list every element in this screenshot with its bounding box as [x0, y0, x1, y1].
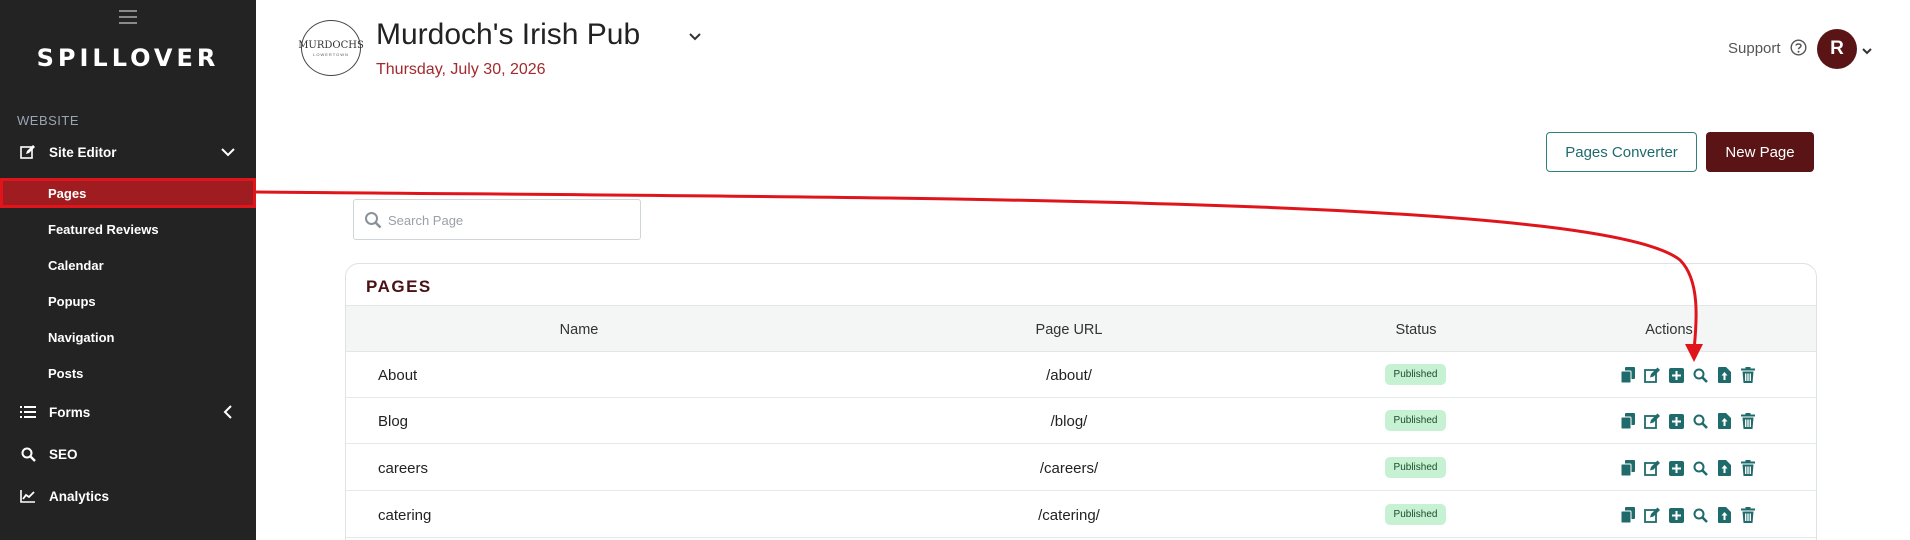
column-header-status[interactable]: Status: [1336, 306, 1496, 353]
table-header: Name Page URL Status Actions: [346, 305, 1816, 353]
status-badge: Published: [1385, 364, 1446, 385]
copy-icon[interactable]: [1619, 459, 1637, 477]
table-row[interactable]: catering/catering/Published: [346, 492, 1816, 538]
sidebar-item-navigation[interactable]: Navigation: [0, 322, 256, 352]
export-icon[interactable]: [1715, 366, 1733, 384]
pub-logo: MURDOCHS LOWERTOWN: [298, 20, 364, 76]
table-row[interactable]: About/about/Published: [346, 352, 1816, 398]
row-actions: [1619, 459, 1763, 477]
delete-icon[interactable]: [1739, 506, 1757, 524]
sidebar: SPILLOVER WEBSITE Site Editor Pages Feat…: [0, 0, 256, 540]
pub-logo-text: MURDOCHS: [298, 39, 364, 51]
sidebar-item-site-editor[interactable]: Site Editor: [0, 135, 256, 169]
avatar[interactable]: R: [1817, 29, 1857, 69]
sidebar-item-analytics[interactable]: Analytics: [0, 479, 256, 513]
chevron-down-icon[interactable]: [220, 144, 236, 160]
delete-icon[interactable]: [1739, 366, 1757, 384]
sidebar-item-label: SEO: [49, 446, 78, 462]
sidebar-item-label: Analytics: [49, 488, 110, 504]
export-icon[interactable]: [1715, 506, 1733, 524]
page-name[interactable]: catering: [378, 492, 431, 538]
sidebar-item-label: Site Editor: [49, 144, 117, 160]
page-url: /blog/: [1050, 412, 1088, 430]
status-badge: Published: [1385, 457, 1446, 478]
preview-icon[interactable]: [1691, 459, 1709, 477]
table-row[interactable]: Blog/blog/Published: [346, 398, 1816, 444]
chevron-left-icon[interactable]: [220, 404, 236, 420]
sidebar-item-popups[interactable]: Popups: [0, 286, 256, 316]
hamburger-menu-icon[interactable]: [119, 10, 137, 26]
search-icon: [364, 211, 382, 229]
page-url: /about/: [1046, 366, 1092, 384]
section-label-website: WEBSITE: [17, 113, 80, 128]
preview-icon[interactable]: [1691, 506, 1709, 524]
edit-icon[interactable]: [1643, 506, 1661, 524]
sidebar-item-label: Forms: [49, 404, 91, 420]
delete-icon[interactable]: [1739, 459, 1757, 477]
sidebar-item-calendar[interactable]: Calendar: [0, 250, 256, 280]
row-actions: [1619, 412, 1763, 430]
copy-icon[interactable]: [1619, 412, 1637, 430]
page-name[interactable]: careers: [378, 445, 428, 491]
add-icon[interactable]: [1667, 506, 1685, 524]
export-icon[interactable]: [1715, 412, 1733, 430]
add-icon[interactable]: [1667, 366, 1685, 384]
table-title: PAGES: [366, 277, 432, 296]
pub-logo-subtext: LOWERTOWN: [313, 51, 349, 57]
sidebar-item-forms[interactable]: Forms: [0, 395, 256, 429]
preview-icon[interactable]: [1691, 366, 1709, 384]
column-header-url[interactable]: Page URL: [946, 306, 1192, 353]
chart-line-icon: [19, 487, 37, 505]
add-icon[interactable]: [1667, 412, 1685, 430]
edit-icon: [19, 143, 37, 161]
chevron-down-icon[interactable]: [688, 30, 702, 42]
app-logo[interactable]: SPILLOVER: [0, 44, 256, 72]
copy-icon[interactable]: [1619, 506, 1637, 524]
sidebar-item-pages[interactable]: Pages: [0, 178, 256, 208]
status-badge: Published: [1385, 410, 1446, 431]
pages-converter-button[interactable]: Pages Converter: [1546, 132, 1697, 172]
page-url: /catering/: [1038, 506, 1100, 524]
edit-icon[interactable]: [1643, 459, 1661, 477]
export-icon[interactable]: [1715, 459, 1733, 477]
page-url: /careers/: [1039, 459, 1099, 477]
status-badge: Published: [1385, 504, 1446, 525]
help-circle-icon[interactable]: [1790, 39, 1807, 56]
search-box: [353, 199, 641, 240]
add-icon[interactable]: [1667, 459, 1685, 477]
copy-icon[interactable]: [1619, 366, 1637, 384]
sidebar-item-featured-reviews[interactable]: Featured Reviews: [0, 214, 256, 244]
edit-icon[interactable]: [1643, 366, 1661, 384]
page-name[interactable]: About: [378, 352, 417, 398]
site-title[interactable]: Murdoch's Irish Pub: [376, 18, 640, 52]
column-header-name[interactable]: Name: [346, 306, 812, 353]
search-icon: [19, 445, 37, 463]
sidebar-item-seo[interactable]: SEO: [0, 437, 256, 471]
preview-icon[interactable]: [1691, 412, 1709, 430]
pages-table-card: PAGES Name Page URL Status Actions About…: [345, 263, 1817, 540]
current-date: Thursday, July 30, 2026: [376, 61, 546, 78]
list-icon: [19, 403, 37, 421]
row-actions: [1619, 366, 1763, 384]
table-row[interactable]: careers/careers/Published: [346, 445, 1816, 491]
column-header-actions: Actions: [1645, 321, 1693, 338]
delete-icon[interactable]: [1739, 412, 1757, 430]
edit-icon[interactable]: [1643, 412, 1661, 430]
chevron-down-icon[interactable]: [1861, 43, 1873, 55]
support-link[interactable]: Support: [1728, 40, 1781, 57]
new-page-button[interactable]: New Page: [1706, 132, 1814, 172]
search-input[interactable]: [388, 209, 628, 231]
row-actions: [1619, 506, 1763, 524]
sidebar-item-posts[interactable]: Posts: [0, 358, 256, 388]
page-name[interactable]: Blog: [378, 398, 408, 444]
